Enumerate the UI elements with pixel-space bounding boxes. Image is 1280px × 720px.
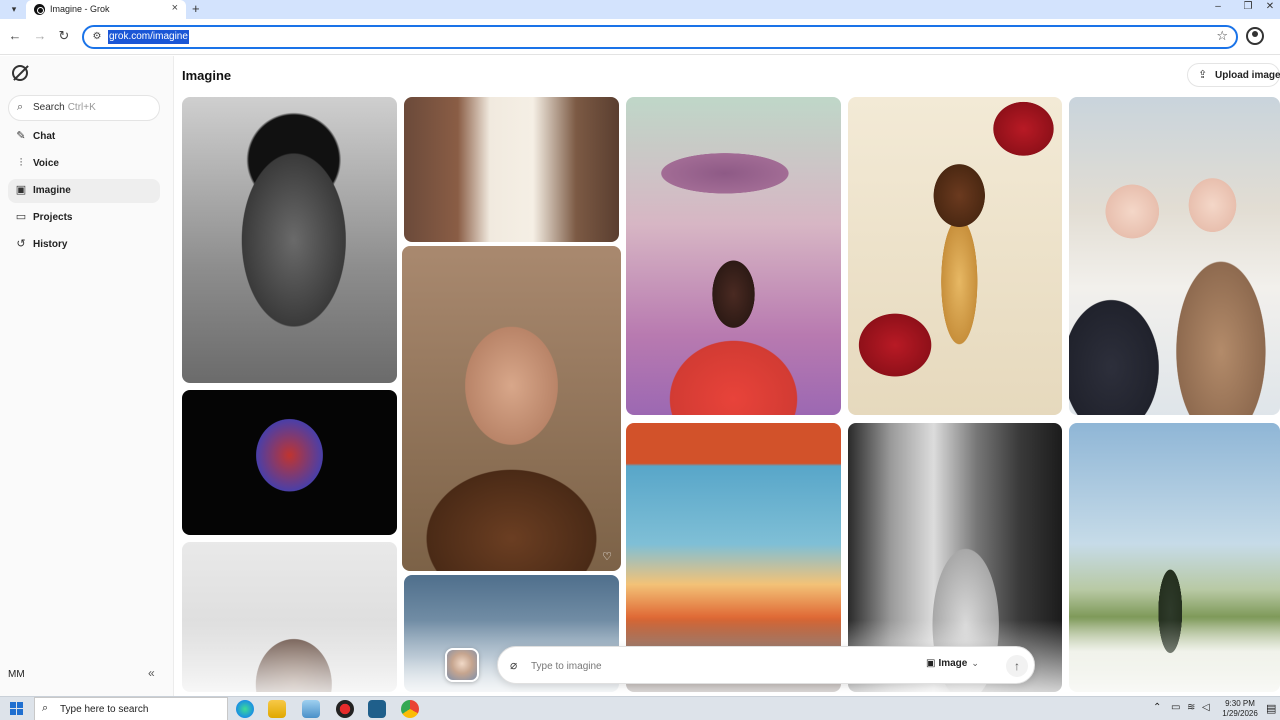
chevron-down-icon: ⌄	[971, 658, 979, 668]
mode-label: Image	[938, 658, 968, 669]
page-title: Imagine	[182, 68, 232, 83]
minimize-window-button[interactable]: –	[1204, 1, 1232, 12]
sidebar-item-voice[interactable]: ⫶ Voice	[8, 152, 160, 176]
clock-time: 9:30 PM	[1225, 699, 1255, 708]
sidebar-item-label: Chat	[33, 131, 56, 142]
collapse-sidebar-icon[interactable]: «	[148, 666, 155, 680]
sidebar-item-label: Voice	[33, 158, 59, 169]
url-text[interactable]: grok.com/imagine	[108, 30, 189, 44]
search-label: Search	[33, 102, 65, 113]
sidebar-item-label: Imagine	[33, 185, 71, 196]
submit-arrow-icon[interactable]: ↑	[1006, 655, 1028, 677]
clock-date: 1/29/2026	[1222, 709, 1258, 718]
browser-tab-strip: ▾ Imagine - Grok × + – ❐ ✕	[0, 0, 1280, 19]
show-hidden-icons-chevron-icon[interactable]: ⌃	[1153, 702, 1161, 713]
sidebar-item-imagine[interactable]: ▣ Imagine	[8, 179, 160, 203]
gallery-image[interactable]	[626, 97, 841, 415]
sidebar-search[interactable]: ⌕ Search Ctrl+K	[8, 95, 160, 121]
network-icon[interactable]: ▭	[1171, 702, 1180, 713]
folder-icon: ▭	[15, 211, 27, 223]
notifications-icon[interactable]: ▤	[1266, 702, 1276, 715]
browser-toolbar: ← → ↻ ⚙ grok.com/imagine ☆	[0, 19, 1280, 55]
app-sidebar: ⌕ Search Ctrl+K ✎ Chat ⫶ Voice ▣ Imagine …	[0, 56, 174, 696]
attach-paperclip-icon[interactable]: ⌀	[510, 658, 517, 672]
tab-search-chevron-icon[interactable]: ▾	[6, 2, 22, 16]
taskbar-search-placeholder: Type here to search	[60, 704, 149, 715]
forward-arrow-icon[interactable]: →	[31, 27, 49, 45]
reload-icon[interactable]: ↻	[55, 27, 73, 45]
prompt-input[interactable]	[531, 658, 831, 674]
chat-icon: ✎	[16, 130, 26, 142]
site-settings-icon[interactable]: ⚙	[90, 30, 104, 44]
screen-recorder-icon[interactable]	[336, 700, 354, 718]
gallery-image[interactable]	[848, 97, 1062, 415]
upload-image-label: Upload image	[1215, 70, 1280, 81]
gallery-image[interactable]: ♡	[402, 246, 621, 571]
volume-icon[interactable]: ◁	[1202, 702, 1210, 713]
grok-logo-icon[interactable]	[12, 65, 28, 81]
bookmark-star-icon[interactable]: ☆	[1216, 28, 1228, 44]
imagine-icon: ▣	[15, 184, 27, 196]
upload-image-button[interactable]: ⇪ Upload image	[1187, 63, 1280, 87]
browser-tab-active[interactable]: Imagine - Grok ×	[26, 0, 186, 19]
profile-avatar-icon[interactable]	[1246, 27, 1264, 45]
gallery-image[interactable]	[182, 390, 397, 535]
prompt-composer: ⌀ ▣Image⌄ ↑	[497, 646, 1035, 684]
edge-browser-icon[interactable]	[236, 700, 254, 718]
os-taskbar: ⌕ Type here to search ⌃ ▭ ≋ ◁ 9:30 PM 1/…	[0, 696, 1280, 720]
history-icon: ↺	[16, 238, 26, 250]
sidebar-item-projects[interactable]: ▭ Projects	[8, 206, 160, 230]
app-launcher-icon[interactable]	[302, 700, 320, 718]
mode-selector[interactable]: ▣ Image ⌄	[926, 658, 979, 674]
user-avatar[interactable]: MM	[8, 666, 34, 684]
image-mode-icon: ▣	[926, 658, 936, 669]
grok-favicon-icon	[34, 4, 45, 15]
taskbar-search[interactable]: ⌕ Type here to search	[34, 697, 228, 720]
file-explorer-icon[interactable]	[268, 700, 286, 718]
search-shortcut: Ctrl+K	[67, 102, 96, 113]
system-clock[interactable]: 9:30 PM 1/29/2026	[1216, 699, 1264, 719]
upload-icon: ⇪	[1198, 69, 1208, 81]
sidebar-item-label: History	[33, 239, 68, 250]
code-editor-icon[interactable]	[368, 700, 386, 718]
search-icon: ⌕	[42, 702, 49, 714]
windows-start-icon[interactable]	[10, 702, 24, 716]
address-bar[interactable]: ⚙ grok.com/imagine ☆	[82, 25, 1238, 49]
gallery-image[interactable]	[182, 97, 397, 383]
reference-image-thumbnail[interactable]	[445, 648, 479, 682]
sidebar-item-history[interactable]: ↺ History	[8, 233, 160, 257]
voice-icon: ⫶	[19, 157, 23, 169]
tab-close-icon[interactable]: ×	[172, 2, 178, 14]
search-icon: ⌕	[17, 101, 24, 113]
gallery-image[interactable]	[404, 97, 619, 242]
wifi-icon[interactable]: ≋	[1187, 702, 1195, 713]
chrome-browser-icon[interactable]	[401, 700, 419, 718]
favorite-heart-icon[interactable]: ♡	[602, 550, 612, 563]
new-tab-button[interactable]: +	[192, 1, 200, 16]
close-window-button[interactable]: ✕	[1256, 1, 1280, 12]
gallery-image[interactable]	[1069, 97, 1280, 415]
sidebar-item-label: Projects	[33, 212, 73, 223]
back-arrow-icon[interactable]: ←	[6, 27, 24, 45]
tab-title: Imagine - Grok	[50, 4, 110, 14]
sidebar-item-chat[interactable]: ✎ Chat	[8, 125, 160, 149]
